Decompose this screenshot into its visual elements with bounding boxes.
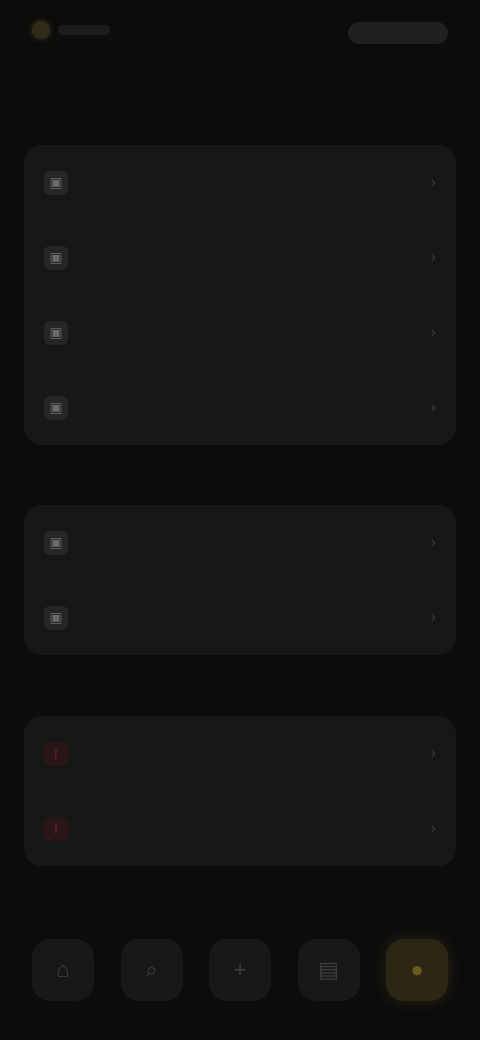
profile-icon: ●: [410, 957, 424, 982]
settings-row[interactable]: ▣ ›: [24, 220, 456, 295]
chevron-right-icon: ›: [430, 533, 436, 551]
chevron-right-icon: ›: [430, 744, 436, 762]
app-logo[interactable]: [32, 20, 116, 40]
inbox-icon: ▤: [318, 957, 339, 982]
settings-card-2: ▣ › ▣ ›: [24, 505, 456, 655]
home-icon: ⌂: [56, 957, 70, 982]
warning-icon: !: [44, 741, 68, 766]
settings-card-3: ! › ! ›: [24, 716, 456, 866]
danger-row[interactable]: ! ›: [24, 791, 456, 866]
chevron-right-icon: ›: [430, 819, 436, 837]
settings-row[interactable]: ▣ ›: [24, 145, 456, 220]
settings-row[interactable]: ▣ ›: [24, 505, 456, 580]
tab-inbox[interactable]: ▤: [297, 939, 360, 1001]
account-pill[interactable]: [348, 22, 448, 44]
settings-row[interactable]: ▣ ›: [24, 580, 456, 655]
chevron-right-icon: ›: [430, 608, 436, 626]
settings-row[interactable]: ▣ ›: [24, 370, 456, 445]
square-icon: ▣: [44, 320, 68, 345]
chevron-right-icon: ›: [430, 398, 436, 416]
tab-home[interactable]: ⌂: [32, 939, 94, 1001]
square-icon: ▣: [44, 395, 68, 420]
logo-wordmark: [58, 25, 110, 35]
search-icon: ⌕: [145, 957, 158, 982]
square-icon: ▣: [44, 245, 68, 270]
square-icon: ▣: [44, 530, 68, 555]
square-icon: ▣: [44, 605, 68, 630]
settings-card-1: ▣ › ▣ › ▣ › ▣ ›: [24, 145, 456, 445]
chevron-right-icon: ›: [430, 248, 436, 266]
danger-row[interactable]: ! ›: [24, 716, 456, 791]
bottom-nav: ⌂ ⌕ + ▤ ●: [32, 920, 448, 1020]
tab-add[interactable]: +: [209, 939, 271, 1001]
warning-icon: !: [44, 816, 68, 841]
page-subtitle: [24, 112, 204, 126]
settings-row[interactable]: ▣ ›: [24, 295, 456, 370]
add-icon: +: [233, 957, 247, 982]
tab-profile[interactable]: ●: [386, 939, 448, 1001]
chevron-right-icon: ›: [430, 323, 436, 341]
top-bar: [0, 0, 480, 64]
square-icon: ▣: [44, 170, 68, 195]
chevron-right-icon: ›: [430, 173, 436, 191]
logo-mark-icon: [32, 21, 50, 39]
page-title: [24, 78, 114, 104]
tab-search[interactable]: ⌕: [120, 939, 183, 1001]
